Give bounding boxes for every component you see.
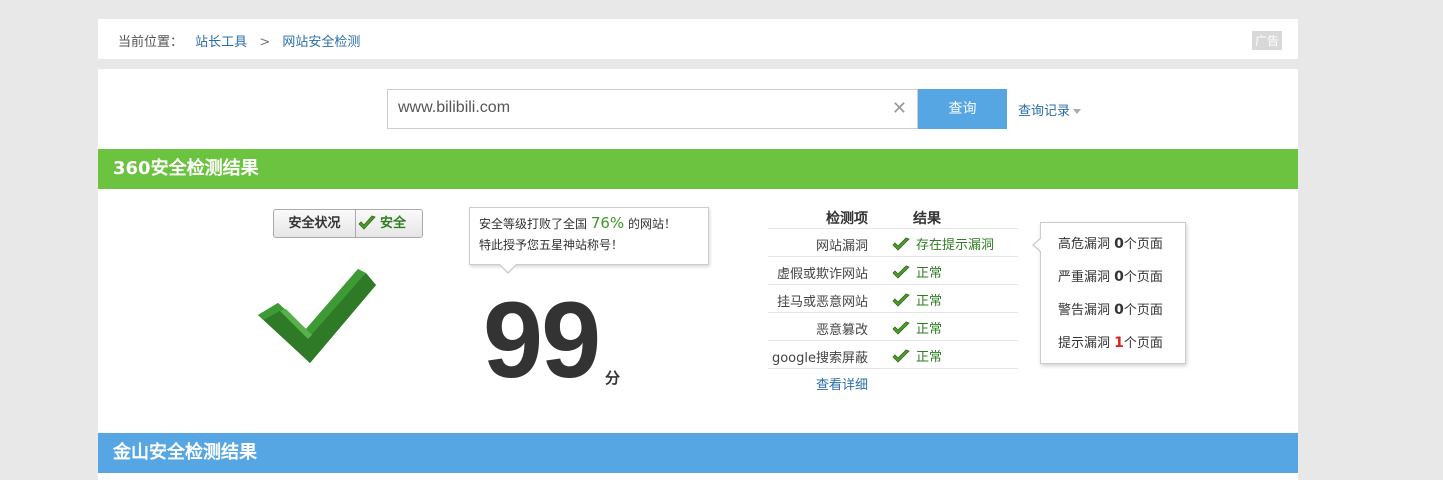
header-item: 检测项 bbox=[826, 211, 868, 227]
vuln-item-severe: 严重漏洞 0个页面 bbox=[1058, 266, 1163, 285]
query-button[interactable]: 查询 bbox=[918, 89, 1007, 129]
vuln-name: 严重漏洞 bbox=[1058, 270, 1111, 285]
results-table: 检测项 结果 网站漏洞 存在提示漏洞 虚假或欺诈网站 正常 挂马或恶意网站 正常… bbox=[768, 207, 1018, 369]
header-result: 结果 bbox=[913, 211, 941, 227]
search-input-value[interactable]: www.bilibili.com bbox=[398, 99, 510, 117]
tooltip-line-1: 安全等级打败了全国 76% 的网站！ bbox=[479, 213, 699, 235]
tooltip-arrow-inner bbox=[499, 263, 517, 272]
vuln-unit: 个页面 bbox=[1123, 336, 1163, 351]
table-header: 检测项 结果 bbox=[768, 207, 1018, 229]
check-icon bbox=[892, 321, 910, 335]
vuln-item-warning: 警告漏洞 0个页面 bbox=[1058, 299, 1163, 318]
tooltip-suffix: 的网站！ bbox=[624, 217, 676, 231]
row-result: 正常 bbox=[916, 294, 943, 309]
breadcrumb-bar: 当前位置： 站长工具 > 网站安全检测 广告 bbox=[98, 19, 1298, 59]
ad-badge: 广告 bbox=[1251, 31, 1282, 50]
security-score: 99 bbox=[483, 279, 601, 400]
vuln-unit: 个页面 bbox=[1123, 237, 1163, 252]
popup-arrow-inner bbox=[1034, 238, 1042, 252]
big-check-icon bbox=[258, 269, 376, 363]
table-row: 恶意篡改 正常 bbox=[768, 313, 1018, 341]
tooltip-line-2: 特此授予您五星神站称号！ bbox=[479, 238, 624, 252]
table-row: 挂马或恶意网站 正常 bbox=[768, 285, 1018, 313]
vuln-name: 提示漏洞 bbox=[1058, 336, 1111, 351]
close-icon[interactable]: ✕ bbox=[892, 98, 907, 119]
row-item: google搜索屏蔽 bbox=[771, 351, 868, 366]
vulnerability-popup: 高危漏洞 0个页面 严重漏洞 0个页面 警告漏洞 0个页面 提示漏洞 1个页面 bbox=[1032, 222, 1186, 364]
status-value-wrap: 安全 bbox=[358, 210, 406, 237]
row-result: 正常 bbox=[916, 322, 943, 337]
row-result: 正常 bbox=[916, 350, 943, 365]
vuln-unit: 个页面 bbox=[1123, 270, 1163, 285]
status-badge: 安全状况 安全 bbox=[273, 209, 423, 238]
breadcrumb-separator: > bbox=[259, 35, 271, 50]
check-icon bbox=[892, 237, 910, 251]
search-input[interactable]: www.bilibili.com ✕ bbox=[387, 89, 918, 129]
breadcrumb-label: 当前位置： bbox=[118, 35, 184, 50]
breadcrumb-link-webmaster-tools[interactable]: 站长工具 bbox=[195, 35, 247, 50]
row-result: 正常 bbox=[916, 266, 943, 281]
vuln-count: 0 bbox=[1114, 302, 1124, 318]
vuln-count: 0 bbox=[1114, 236, 1124, 252]
section-header-360: 360安全检测结果 bbox=[98, 149, 1298, 189]
query-history-label[interactable]: 查询记录 bbox=[1018, 104, 1070, 119]
row-result-wrap: 正常 bbox=[892, 346, 942, 365]
vuln-item-hint: 提示漏洞 1个页面 bbox=[1058, 332, 1163, 351]
status-label: 安全状况 bbox=[274, 210, 356, 237]
row-item: 挂马或恶意网站 bbox=[776, 295, 868, 310]
section-header-kingsoft: 金山安全检测结果 bbox=[98, 433, 1298, 473]
check-icon bbox=[892, 349, 910, 363]
row-result-wrap: 正常 bbox=[892, 290, 942, 309]
row-item: 虚假或欺诈网站 bbox=[776, 267, 868, 282]
vuln-name: 高危漏洞 bbox=[1058, 237, 1111, 252]
tooltip-prefix: 安全等级打败了全国 bbox=[479, 217, 591, 231]
table-row: 虚假或欺诈网站 正常 bbox=[768, 257, 1018, 285]
vuln-count: 1 bbox=[1114, 335, 1124, 351]
row-result: 存在提示漏洞 bbox=[916, 238, 995, 253]
check-icon bbox=[892, 265, 910, 279]
view-details-link[interactable]: 查看详细 bbox=[816, 374, 868, 393]
status-value: 安全 bbox=[380, 216, 407, 231]
row-result-wrap: 正常 bbox=[892, 318, 942, 337]
score-unit: 分 bbox=[605, 369, 621, 387]
check-icon bbox=[358, 215, 376, 230]
table-row: 网站漏洞 存在提示漏洞 bbox=[768, 229, 1018, 257]
breadcrumb: 当前位置： 站长工具 > 网站安全检测 bbox=[118, 31, 360, 50]
vuln-item-high: 高危漏洞 0个页面 bbox=[1058, 233, 1163, 252]
breadcrumb-link-site-security[interactable]: 网站安全检测 bbox=[282, 35, 360, 50]
check-icon bbox=[892, 293, 910, 307]
vuln-name: 警告漏洞 bbox=[1058, 303, 1111, 318]
rank-tooltip: 安全等级打败了全国 76% 的网站！ 特此授予您五星神站称号！ bbox=[469, 207, 709, 274]
row-result-wrap: 正常 bbox=[892, 262, 942, 281]
tooltip-percent: 76% bbox=[590, 214, 625, 232]
row-item: 网站漏洞 bbox=[815, 239, 868, 254]
row-item: 恶意篡改 bbox=[815, 323, 868, 338]
vuln-count: 0 bbox=[1114, 269, 1124, 285]
row-result-wrap: 存在提示漏洞 bbox=[892, 234, 994, 253]
vuln-unit: 个页面 bbox=[1123, 303, 1163, 318]
table-row: google搜索屏蔽 正常 bbox=[768, 341, 1018, 369]
main-panel: www.bilibili.com ✕ 查询 查询记录 360安全检测结果 安全状… bbox=[98, 69, 1298, 480]
query-history-dropdown[interactable]: 查询记录 bbox=[1018, 100, 1082, 119]
chevron-down-icon[interactable] bbox=[1073, 109, 1082, 114]
